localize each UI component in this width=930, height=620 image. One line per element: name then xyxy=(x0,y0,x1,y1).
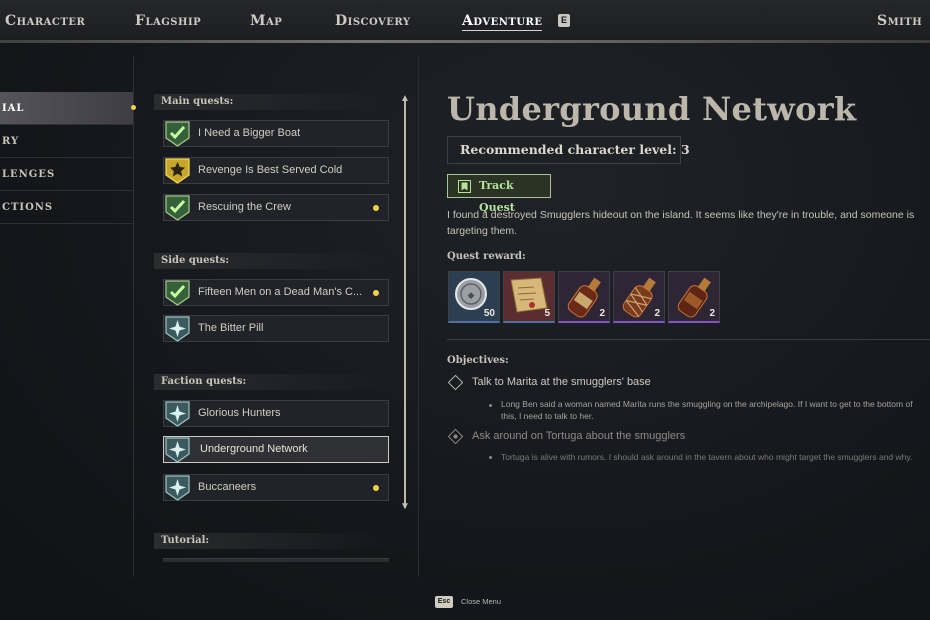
new-indicator-dot xyxy=(373,290,379,296)
reward-count: 2 xyxy=(709,308,715,319)
close-menu-label: Close Menu xyxy=(461,597,502,606)
scroll-down-icon[interactable]: ▼ xyxy=(400,502,410,512)
bookmark-icon xyxy=(458,180,471,193)
new-indicator-dot xyxy=(373,205,379,211)
main-quest-star-icon xyxy=(165,158,190,184)
quest-item[interactable]: Rescuing the Crew xyxy=(163,194,389,221)
section-label-side: Side quests: xyxy=(154,253,388,269)
section-divider xyxy=(447,339,930,340)
section-label-tutorial: Tutorial: xyxy=(154,533,388,549)
category-item[interactable]: LENGES xyxy=(0,158,133,191)
category-item[interactable]: IAL xyxy=(0,92,133,125)
quest-item[interactable]: Revenge Is Best Served Cold xyxy=(163,157,389,184)
reward-slot[interactable]: 2 xyxy=(668,271,720,323)
quest-title: Underground Network xyxy=(447,90,857,128)
compass-star-shield-icon xyxy=(165,475,190,501)
compass-star-shield-icon xyxy=(165,437,190,463)
quest-label: Rescuing the Crew xyxy=(198,201,291,213)
category-panel: IAL RY LENGES CTIONS xyxy=(0,57,134,577)
quest-item[interactable]: The Bitter Pill xyxy=(163,315,389,342)
new-indicator-dot xyxy=(131,105,136,110)
reward-label: Quest reward: xyxy=(447,251,526,262)
checkmark-shield-icon xyxy=(165,280,190,306)
quest-item-partial xyxy=(163,558,389,562)
section-label-faction: Faction quests: xyxy=(154,374,388,390)
quest-item[interactable]: Buccaneers xyxy=(163,474,389,501)
objective-description: Tortuga is alive with rumors. I should a… xyxy=(501,452,913,462)
category-item[interactable]: RY xyxy=(0,125,133,158)
nav-tab-character[interactable]: Character xyxy=(5,13,85,29)
player-name[interactable]: Smith xyxy=(877,13,922,29)
compass-star-shield-icon xyxy=(165,316,190,342)
quest-label: Buccaneers xyxy=(198,481,257,493)
reward-slot[interactable]: 2 xyxy=(558,271,610,323)
track-quest-button[interactable]: Track Quest xyxy=(447,174,551,214)
bullet-icon xyxy=(489,404,492,407)
reward-slot[interactable]: 2 xyxy=(613,271,665,323)
quest-item[interactable]: Fifteen Men on a Dead Man's C... xyxy=(163,279,389,306)
quest-description: I found a destroyed Smugglers hideout on… xyxy=(447,209,915,237)
checkmark-shield-icon xyxy=(165,121,190,147)
quest-label: Fifteen Men on a Dead Man's C... xyxy=(198,286,363,298)
bullet-icon xyxy=(489,456,492,459)
panel-divider xyxy=(418,57,419,577)
reward-count: 2 xyxy=(654,308,660,319)
reward-count: 50 xyxy=(483,308,495,319)
top-nav: Character Flagship Map Discovery Adventu… xyxy=(0,0,930,42)
category-item[interactable]: CTIONS xyxy=(0,191,133,224)
esc-key-badge[interactable]: Esc xyxy=(435,596,453,608)
reward-count: 2 xyxy=(599,308,605,319)
objective-title: Ask around on Tortuga about the smuggler… xyxy=(472,430,686,442)
nav-tab-flagship[interactable]: Flagship xyxy=(135,13,201,29)
nav-divider xyxy=(0,40,930,43)
reward-slot[interactable]: 5 xyxy=(503,271,555,323)
objective-description: Long Ben said a woman named Marita runs … xyxy=(501,399,913,421)
quest-item-selected[interactable]: Underground Network xyxy=(163,436,389,463)
scroll-up-icon[interactable]: ▲ xyxy=(400,94,410,104)
checkmark-shield-icon xyxy=(165,195,190,221)
nav-tab-discovery[interactable]: Discovery xyxy=(335,13,411,29)
compass-star-shield-icon xyxy=(165,401,190,427)
new-indicator-dot xyxy=(373,485,379,491)
quest-item[interactable]: Glorious Hunters xyxy=(163,400,389,427)
nav-tab-adventure[interactable]: Adventure xyxy=(462,13,543,31)
reward-slot[interactable]: ◆ 50 xyxy=(448,271,500,323)
quest-label: I Need a Bigger Boat xyxy=(198,127,301,139)
quest-label: Underground Network xyxy=(200,443,308,455)
nav-tab-map[interactable]: Map xyxy=(250,13,282,29)
recommended-level: Recommended character level: 3 xyxy=(447,136,690,164)
objective-title: Talk to Marita at the smugglers' base xyxy=(472,376,651,388)
reward-count: 5 xyxy=(544,308,550,319)
objectives-heading: Objectives: xyxy=(447,355,509,366)
section-label-main: Main quests: xyxy=(154,94,388,110)
svg-text:◆: ◆ xyxy=(468,291,475,301)
key-hint-badge: E xyxy=(558,14,570,27)
quest-label: The Bitter Pill xyxy=(198,322,264,334)
quest-label: Revenge Is Best Served Cold xyxy=(198,164,343,176)
quest-item[interactable]: I Need a Bigger Boat xyxy=(163,120,389,147)
scrollbar[interactable] xyxy=(404,98,406,508)
quest-label: Glorious Hunters xyxy=(198,407,281,419)
